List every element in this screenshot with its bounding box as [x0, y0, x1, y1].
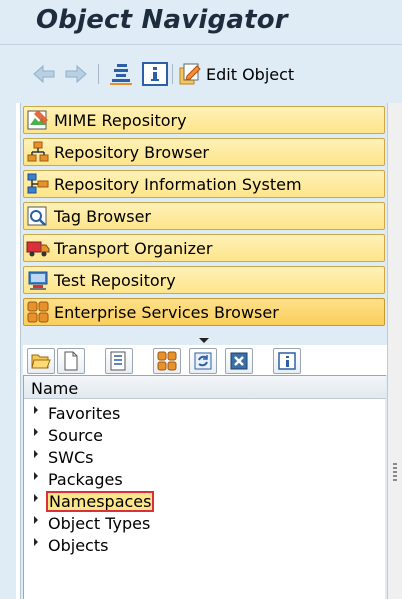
open-folder-button[interactable]	[27, 348, 55, 374]
tree-info-button[interactable]	[273, 348, 301, 374]
application-toolbar: Edit Object	[0, 54, 402, 94]
repository-info-system-label: Repository Information System	[54, 174, 302, 194]
tree-item-object-types[interactable]: Object Types	[34, 512, 151, 534]
list-view-button[interactable]	[105, 348, 133, 374]
repository-info-system-icon	[27, 173, 49, 194]
info-icon	[142, 62, 168, 86]
tree-item-objects[interactable]: Objects	[34, 534, 109, 556]
test-repository-icon	[28, 271, 48, 290]
toolbar-separator	[98, 64, 99, 84]
expand-arrow-icon[interactable]	[34, 494, 38, 502]
mime-repository-label: MIME Repository	[54, 110, 187, 130]
tree-item-label: Namespaces	[45, 490, 155, 512]
tree-column-header[interactable]: Name	[24, 375, 386, 399]
title-divider	[0, 44, 402, 45]
expand-arrow-icon[interactable]	[34, 538, 38, 546]
tree-item-packages[interactable]: Packages	[34, 468, 124, 490]
tag-browser-icon	[27, 206, 47, 226]
transport-organizer-label: Transport Organizer	[54, 238, 213, 258]
repository-browser-button[interactable]: Repository Browser	[23, 138, 385, 166]
edit-object-button[interactable]: Edit Object	[178, 62, 294, 86]
expand-arrow-icon[interactable]	[34, 428, 38, 436]
hierarchy-icon	[110, 64, 132, 85]
enterprise-services-view-button[interactable]	[153, 348, 181, 374]
mime-repository-button[interactable]: MIME Repository	[23, 106, 385, 134]
forward-button[interactable]	[64, 62, 88, 86]
close-button[interactable]	[225, 348, 253, 374]
transport-organizer-icon	[26, 241, 50, 257]
toolbar-separator	[172, 64, 173, 84]
object-tree: Name Favorites Source SWCs Packages Name…	[23, 375, 386, 599]
scrollbar-grip[interactable]	[393, 463, 397, 481]
enterprise-services-icon	[27, 301, 49, 323]
arrow-right-icon	[65, 64, 87, 84]
name-column-label: Name	[31, 379, 79, 398]
tree-item-label: Objects	[48, 535, 109, 555]
tree-item-label: Object Types	[48, 513, 151, 533]
tree-item-favorites[interactable]: Favorites	[34, 402, 121, 424]
document-icon	[64, 351, 78, 371]
tree-item-swcs[interactable]: SWCs	[34, 446, 94, 468]
edit-object-label: Edit Object	[206, 64, 295, 84]
enterprise-services-browser-button[interactable]: Enterprise Services Browser	[23, 298, 385, 326]
tree-item-label: Packages	[48, 469, 123, 489]
info-button[interactable]	[142, 62, 168, 86]
expand-arrow-icon[interactable]	[34, 516, 38, 524]
left-panel-strip	[16, 103, 21, 599]
expand-arrow-icon[interactable]	[34, 472, 38, 480]
grid-icon	[157, 351, 177, 371]
expand-arrow-icon[interactable]	[34, 450, 38, 458]
arrow-left-icon	[33, 64, 55, 84]
info-icon	[278, 352, 296, 370]
back-button[interactable]	[32, 62, 56, 86]
refresh-button[interactable]	[189, 348, 217, 374]
test-repository-label: Test Repository	[54, 270, 176, 290]
tag-browser-button[interactable]: Tag Browser	[23, 202, 385, 230]
close-icon	[230, 352, 248, 370]
tree-item-label: Source	[48, 425, 103, 445]
list-document-icon	[110, 351, 126, 371]
test-repository-button[interactable]: Test Repository	[23, 266, 385, 294]
vertical-scrollbar[interactable]	[387, 103, 402, 599]
mime-repository-icon	[27, 110, 48, 130]
tree-item-label: SWCs	[48, 447, 94, 467]
collapse-arrow-icon[interactable]	[199, 338, 209, 343]
tree-toolbar	[23, 338, 387, 375]
page-title: Object Navigator	[36, 5, 288, 35]
hierarchy-button[interactable]	[108, 62, 134, 86]
repository-info-system-button[interactable]: Repository Information System	[23, 170, 385, 198]
tree-item-namespaces[interactable]: Namespaces	[34, 490, 155, 512]
tree-item-label: Favorites	[48, 403, 121, 423]
new-document-button[interactable]	[57, 348, 85, 374]
tag-browser-label: Tag Browser	[54, 206, 152, 226]
refresh-icon	[194, 352, 212, 370]
title-bar: Object Navigator	[0, 0, 402, 46]
repository-browser-icon	[27, 141, 49, 162]
repository-browser-label: Repository Browser	[54, 142, 209, 162]
open-folder-icon	[31, 354, 51, 369]
expand-arrow-icon[interactable]	[34, 406, 38, 414]
edit-object-icon	[179, 63, 201, 85]
enterprise-services-browser-label: Enterprise Services Browser	[54, 302, 279, 322]
transport-organizer-button[interactable]: Transport Organizer	[23, 234, 385, 262]
tree-item-source[interactable]: Source	[34, 424, 104, 446]
